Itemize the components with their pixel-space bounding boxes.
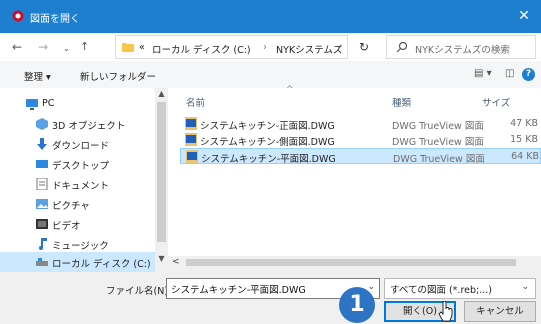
scroll-left-icon[interactable]: < [172, 256, 180, 268]
view-options-icon[interactable]: ▤ ▾ [474, 68, 492, 79]
sidebar-item-label: デスクトップ [52, 161, 110, 172]
sidebar-item-3d-objects[interactable]: 3D オブジェクト [0, 114, 155, 134]
step-badge: 1 [339, 287, 375, 323]
local-disk-icon [36, 258, 48, 266]
title-bar: 図面を開く ✕ [0, 0, 541, 33]
sidebar-item-label: PC [42, 98, 55, 109]
file-list: 名前 ^ 種類 サイズ システムキッチン-正面図.DWG DWG TrueVie… [168, 85, 541, 256]
file-row[interactable]: システムキッチン-正面図.DWG DWG TrueView 図面 47 KB [180, 116, 541, 132]
recent-dropdown-icon[interactable]: ⌄ [63, 41, 70, 57]
sort-ascending-icon: ^ [286, 85, 294, 95]
file-type: DWG TrueView 図面 [393, 154, 485, 165]
dwg-file-icon [186, 150, 198, 163]
file-row-selected[interactable]: システムキッチン-平面図.DWG DWG TrueView 図面 64 KB [180, 148, 541, 165]
mouse-pointer-icon [438, 301, 453, 322]
forward-arrow-icon[interactable]: → [38, 39, 48, 55]
sidebar-item-downloads[interactable]: ダウンロード [0, 134, 155, 154]
address-dropdown-icon[interactable]: ⌄ [335, 41, 343, 51]
scroll-up-icon[interactable]: ▲ [157, 89, 166, 98]
cancel-button[interactable]: キャンセル [464, 301, 536, 322]
folder-icon [122, 43, 134, 52]
up-arrow-icon[interactable]: ↑ [80, 39, 89, 55]
toolbar: 整理 ▾ 新しいフォルダー ▤ ▾ ◫ ? [0, 61, 541, 88]
file-size: 47 KB [510, 118, 538, 129]
sidebar-item-label: 3D オブジェクト [52, 121, 126, 132]
back-arrow-icon[interactable]: ← [12, 39, 22, 55]
file-name: システムキッチン-正面図.DWG [200, 121, 335, 132]
sidebar-item-pc[interactable]: PC [0, 94, 155, 114]
filename-value: システムキッチン-平面図.DWG [171, 285, 306, 296]
help-icon[interactable]: ? [522, 68, 535, 81]
music-note-icon [39, 238, 47, 250]
picture-icon [36, 199, 48, 209]
dwg-file-icon [185, 133, 197, 146]
refresh-icon[interactable]: ↻ [354, 37, 374, 57]
filename-label: ファイル名(N): [106, 286, 172, 297]
breadcrumb-nyk[interactable]: NYKシステムズ [276, 42, 342, 56]
address-bar[interactable]: « ローカル ディスク (C:) › NYKシステムズ ⌄ [115, 35, 348, 59]
search-input[interactable]: NYKシステムズの検索 [386, 35, 536, 59]
new-folder-button[interactable]: 新しいフォルダー [80, 69, 156, 83]
file-type: DWG TrueView 図面 [392, 137, 484, 148]
file-row[interactable]: システムキッチン-側面図.DWG DWG TrueView 図面 15 KB [180, 132, 541, 148]
filetype-value: すべての図面 (*.reb;...) [390, 285, 492, 296]
breadcrumb-local-disk[interactable]: ローカル ディスク (C:) [152, 42, 251, 56]
search-icon [396, 41, 408, 53]
window-title: 図面を開く [30, 14, 80, 25]
column-header-size[interactable]: サイズ [482, 95, 510, 109]
column-header-type[interactable]: 種類 [392, 95, 411, 109]
scroll-down-icon[interactable]: ▼ [157, 254, 166, 263]
column-header-name[interactable]: 名前 [186, 95, 205, 109]
file-name: システムキッチン-平面図.DWG [201, 154, 336, 165]
sidebar-item-label: ピクチャ [52, 201, 90, 212]
video-icon [36, 219, 48, 229]
pc-icon [26, 99, 38, 110]
organize-button[interactable]: 整理 ▾ [24, 69, 51, 83]
preview-pane-icon[interactable]: ◫ [505, 68, 514, 79]
sidebar-item-label: ミュージック [52, 241, 109, 252]
sidebar-item-label: ダウンロード [52, 141, 110, 152]
search-placeholder: NYKシステムズの検索 [415, 45, 510, 56]
chevron-down-icon: ⌄ [521, 282, 529, 292]
dwg-file-icon [185, 117, 197, 130]
document-icon [36, 178, 48, 190]
sidebar-item-label: ドキュメント [52, 181, 110, 192]
sidebar-item-videos[interactable]: ビデオ [0, 214, 155, 234]
scrollbar-thumb[interactable] [157, 102, 166, 242]
file-list-hscrollbar[interactable]: < [168, 256, 541, 268]
download-arrow-icon [37, 138, 47, 150]
sidebar-item-pictures[interactable]: ピクチャ [0, 194, 155, 214]
scrollbar-thumb[interactable] [186, 259, 516, 266]
close-icon[interactable]: ✕ [515, 6, 533, 26]
cube-3d-icon [36, 118, 48, 130]
file-type: DWG TrueView 図面 [392, 121, 484, 132]
sidebar-scrollbar[interactable]: ▲ ▼ [155, 88, 168, 268]
breadcrumb-overflow[interactable]: « [139, 42, 145, 53]
sidebar-item-label: ローカル ディスク (C:) [52, 259, 151, 270]
file-name: システムキッチン-側面図.DWG [200, 137, 335, 148]
file-size: 64 KB [511, 151, 539, 162]
sidebar-item-desktop[interactable]: デスクトップ [0, 154, 155, 174]
address-row: ← → ⌄ ↑ « ローカル ディスク (C:) › NYKシステムズ ⌄ ↻ … [0, 33, 541, 61]
sidebar-item-local-disk[interactable]: ローカル ディスク (C:) [0, 252, 155, 272]
file-size: 15 KB [510, 134, 538, 145]
app-icon [12, 10, 24, 22]
sidebar-item-documents[interactable]: ドキュメント [0, 174, 155, 194]
navigation-pane: PC 3D オブジェクト ダウンロード デスクトップ ドキュメント ピクチャ ビ… [0, 88, 168, 272]
breadcrumb-separator: › [263, 42, 267, 53]
filetype-select[interactable]: すべての図面 (*.reb;...) ⌄ [384, 278, 536, 299]
sidebar-item-label: ビデオ [52, 221, 81, 232]
sidebar-item-music[interactable]: ミュージック [0, 234, 155, 254]
desktop-icon [36, 160, 48, 168]
